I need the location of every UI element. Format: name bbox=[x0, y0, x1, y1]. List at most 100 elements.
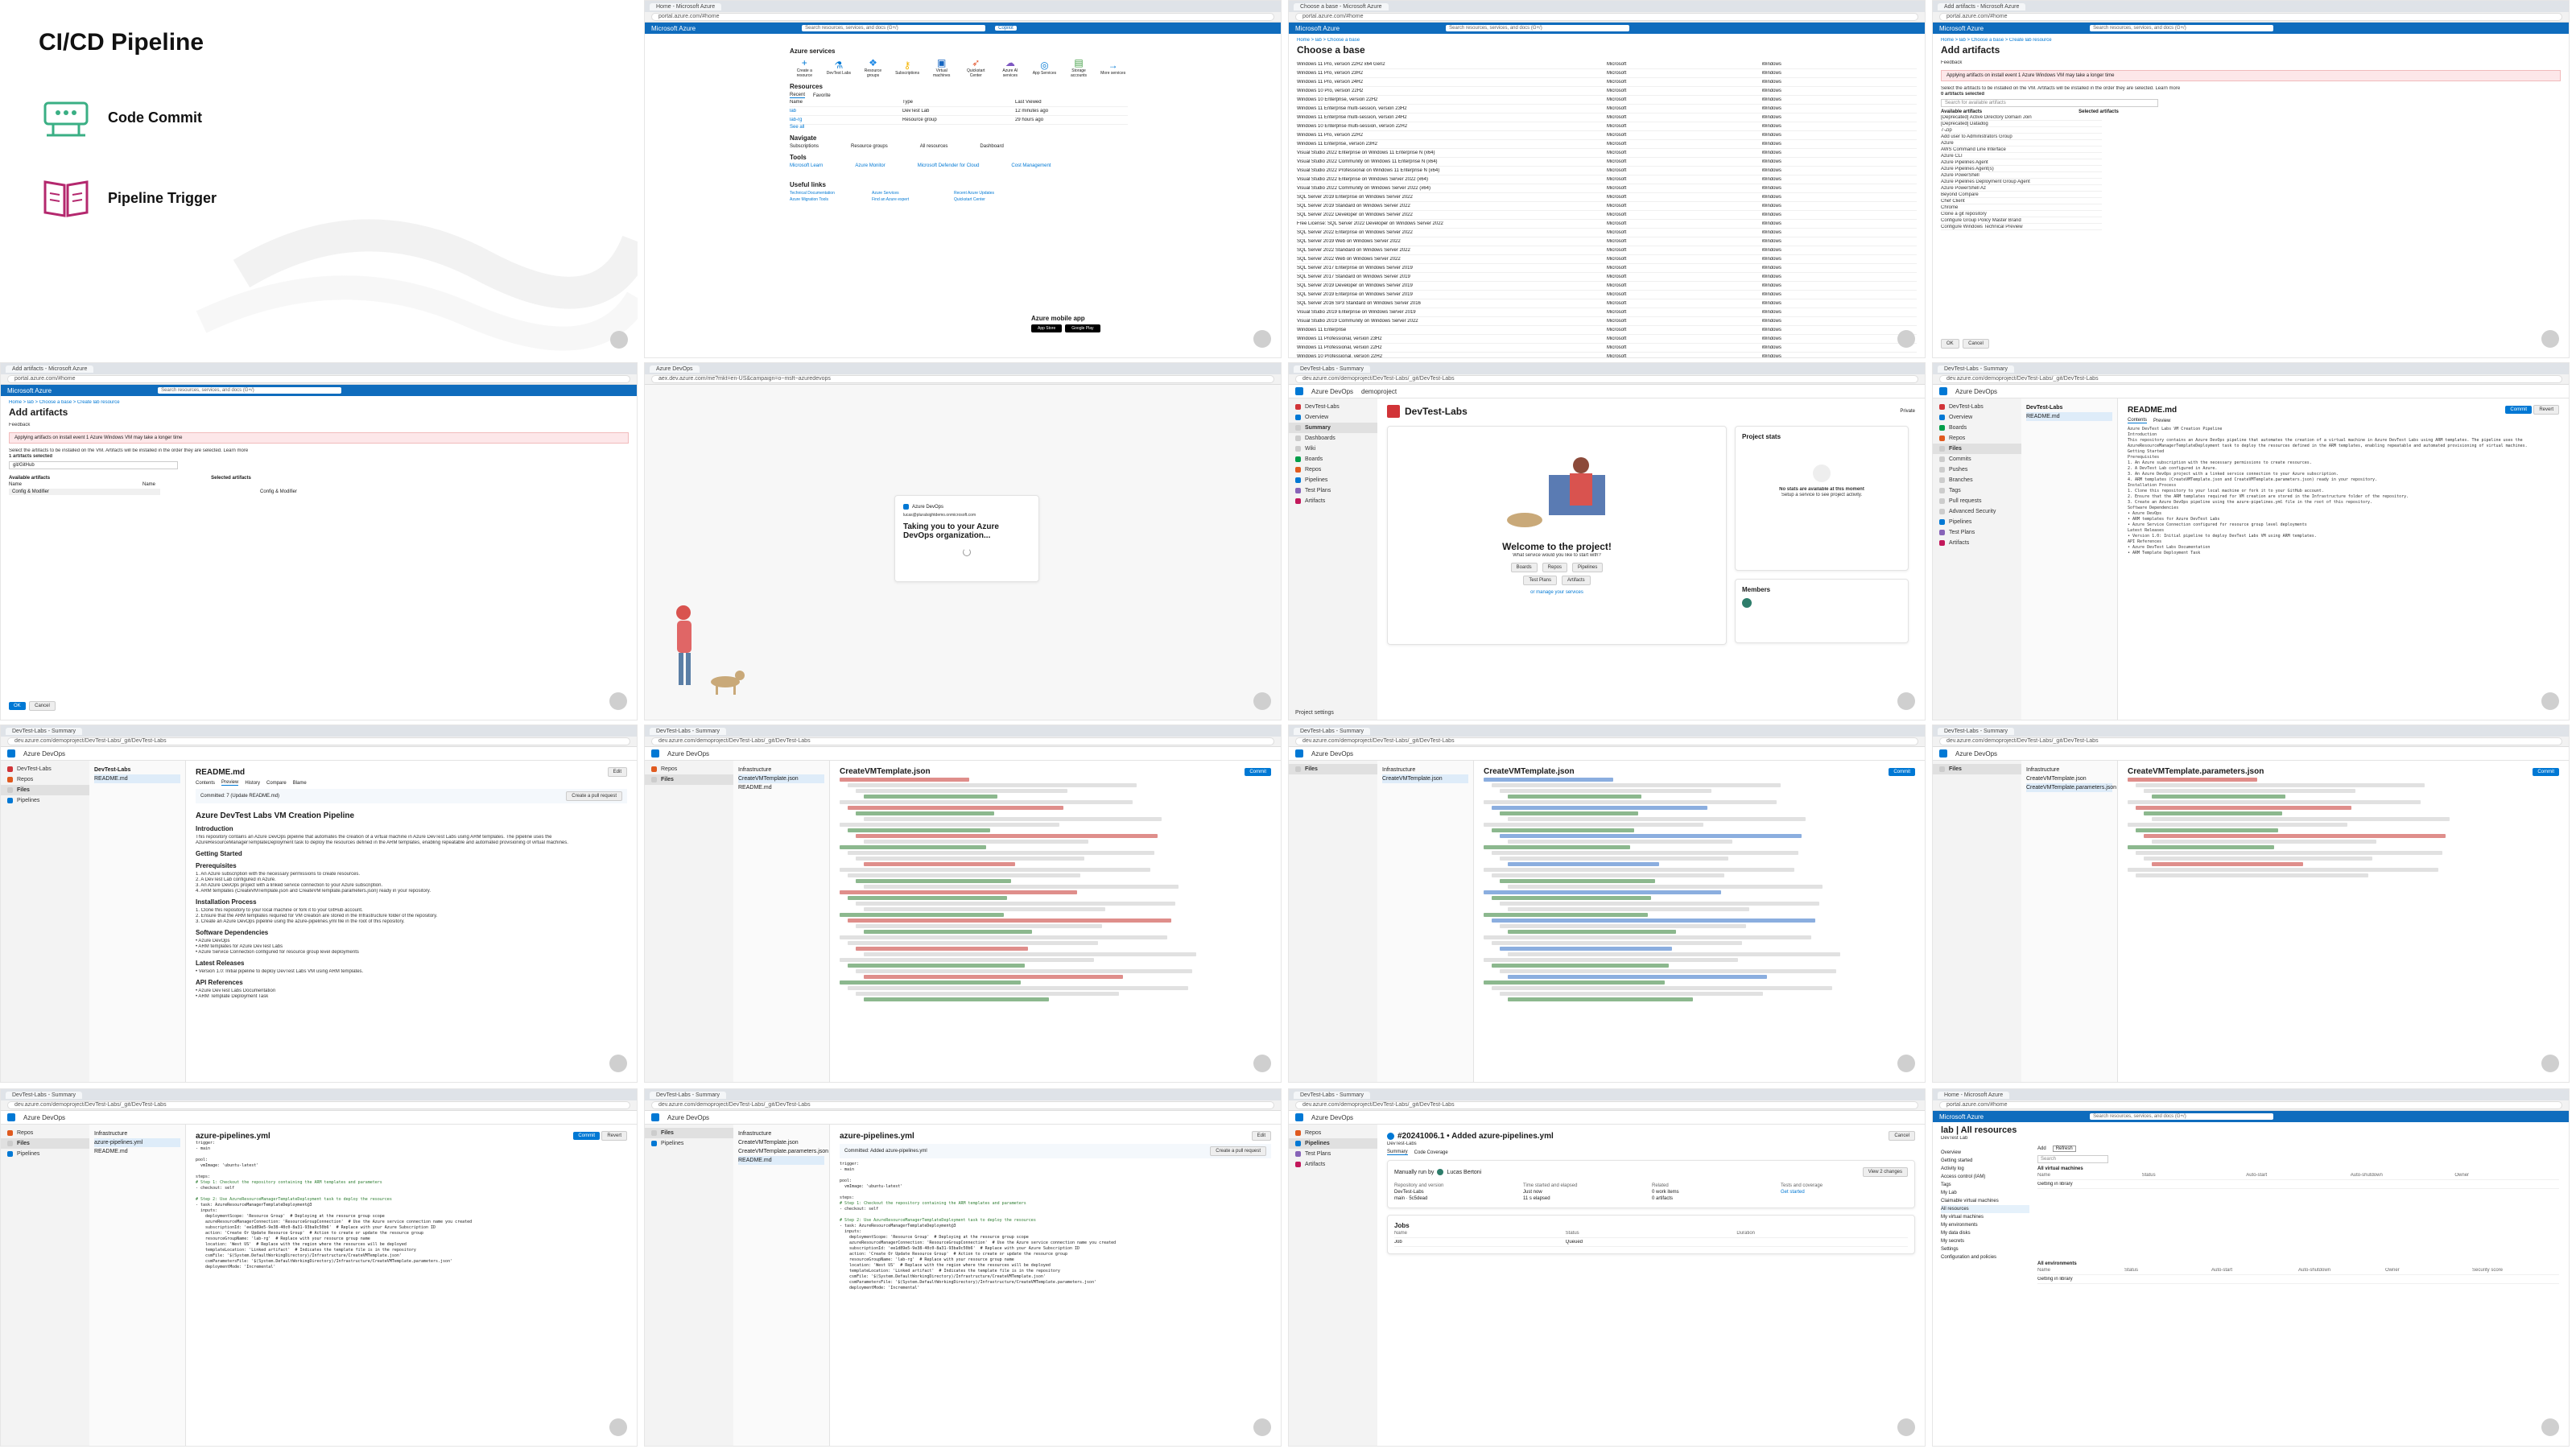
azure-search-input[interactable]: Search resources, services, and docs (G+… bbox=[802, 25, 986, 31]
sidebar-item-overview[interactable]: Overview bbox=[1933, 412, 2021, 423]
list-item[interactable]: Visual Studio 2022 Professional on Windo… bbox=[1297, 167, 1917, 175]
sidebar-item-pipelines[interactable]: Pipelines bbox=[1289, 475, 1377, 485]
manage-services-link[interactable]: or manage your services bbox=[1388, 590, 1726, 595]
org-name[interactable]: Azure DevOps bbox=[1311, 750, 1353, 758]
list-item[interactable]: [Deprecated] Datadog bbox=[1941, 122, 2102, 127]
list-item[interactable]: Windows 10 Pro, version 22H2 Microsoft Win… bbox=[1297, 87, 1917, 96]
browser-tab[interactable]: DevTest-Labs - Summary bbox=[6, 1091, 82, 1099]
list-item[interactable]: SQL Server 2019 Enterprise on Windows Se… bbox=[1297, 291, 1917, 299]
list-item[interactable]: Windows 11 Professional, version 23H2 Mic… bbox=[1297, 335, 1917, 344]
useful-link[interactable]: Quickstart Center bbox=[954, 197, 1034, 202]
search-input[interactable]: Search bbox=[2037, 1155, 2108, 1163]
address-bar[interactable]: aex.dev.azure.com/me?mkt=en-US&campaign=… bbox=[651, 375, 1274, 383]
tree-item-readme[interactable]: README.md bbox=[2026, 412, 2112, 421]
list-item[interactable]: Chef Client bbox=[1941, 199, 2102, 204]
nav-all-resources[interactable]: All resources bbox=[920, 144, 948, 149]
address-bar[interactable]: dev.azure.com/demoproject/DevTest-Labs/_… bbox=[1295, 737, 1918, 745]
sidebar-item-wiki[interactable]: Wiki bbox=[1289, 444, 1377, 454]
azure-search-input[interactable]: Search resources, services, and docs (G+… bbox=[2090, 1113, 2274, 1120]
browser-tab[interactable]: DevTest-Labs - Summary bbox=[6, 727, 82, 735]
list-item[interactable]: Azure PowerShell bbox=[1941, 173, 2102, 179]
list-item[interactable]: Azure PowerShell Az bbox=[1941, 186, 2102, 192]
tree-item-params[interactable]: CreateVMTemplate.parameters.json bbox=[2026, 783, 2116, 792]
sidebar-item-artifacts[interactable]: Artifacts bbox=[1289, 1159, 1377, 1170]
service-vms[interactable]: ▣ Virtual machines bbox=[927, 57, 956, 78]
run-tests[interactable]: Get started bbox=[1781, 1190, 1908, 1195]
sidebar-item-repos[interactable]: Repos bbox=[1, 1128, 89, 1138]
org-name[interactable]: Azure DevOps bbox=[1955, 750, 1997, 758]
service-ai[interactable]: ☁ Azure AI services bbox=[996, 57, 1026, 78]
useful-link[interactable]: Azure Services bbox=[872, 191, 952, 196]
list-item[interactable]: SQL Server 2022 Enterprise on Windows Se… bbox=[1297, 229, 1917, 237]
org-name[interactable]: Azure DevOps bbox=[1955, 388, 1997, 395]
useful-link[interactable]: Technical Documentation bbox=[790, 191, 870, 196]
lab-nav-item[interactable]: Claimable virtual machines bbox=[1941, 1197, 2029, 1205]
browser-tab[interactable]: DevTest-Labs - Summary bbox=[650, 1091, 726, 1099]
commit-button[interactable]: Commit bbox=[573, 1132, 601, 1140]
address-bar[interactable]: dev.azure.com/demoproject/DevTest-Labs/_… bbox=[1295, 1101, 1918, 1109]
address-bar[interactable]: dev.azure.com/demoproject/DevTest-Labs/_… bbox=[7, 737, 630, 745]
readme-line[interactable]: • ARM Template Deployment Task bbox=[196, 994, 627, 999]
job-row[interactable]: Job Queued bbox=[1394, 1238, 1908, 1247]
browser-tab[interactable]: Home - Microsoft Azure bbox=[1938, 1091, 2010, 1099]
refresh-button[interactable]: Refresh bbox=[2052, 1146, 2076, 1152]
sidebar-item-test-plans[interactable]: Test Plans bbox=[1289, 485, 1377, 496]
list-item[interactable]: Windows 11 Enterprise multi-session, ver… bbox=[1297, 105, 1917, 114]
welcome-boards-button[interactable]: Boards bbox=[1510, 563, 1538, 572]
sidebar-item-project[interactable]: DevTest-Labs bbox=[1289, 402, 1377, 412]
commit-button[interactable]: Commit bbox=[2505, 406, 2533, 414]
create-pr-button[interactable]: Create a pull request bbox=[566, 791, 622, 801]
browser-tab[interactable]: Home - Microsoft Azure bbox=[650, 2, 722, 10]
address-bar[interactable]: portal.azure.com/#home bbox=[651, 13, 1274, 21]
view-changes-button[interactable]: View 2 changes bbox=[1862, 1167, 1908, 1177]
azure-devops-logo-icon[interactable] bbox=[1939, 749, 1947, 758]
browser-tab[interactable]: Azure DevOps bbox=[650, 365, 700, 373]
sidebar-item-pipelines[interactable]: Pipelines bbox=[1, 1149, 89, 1159]
list-item[interactable]: SQL Server 2022 Developer on Windows Ser… bbox=[1297, 211, 1917, 220]
available-artifact-item[interactable]: Config & Modifier bbox=[9, 489, 160, 495]
sidebar-item-artifacts[interactable]: Artifacts bbox=[1289, 496, 1377, 506]
tree-root[interactable]: DevTest-Labs bbox=[2026, 403, 2112, 412]
commit-button[interactable]: Commit bbox=[1245, 767, 1271, 776]
list-item[interactable]: Chrome bbox=[1941, 205, 2102, 211]
azure-devops-logo-icon[interactable] bbox=[7, 749, 15, 758]
run-repo[interactable]: DevTest-Labs bbox=[1394, 1190, 1521, 1195]
sidebar-item-pipelines[interactable]: Pipelines bbox=[1933, 517, 2021, 527]
tree-item-template[interactable]: CreateVMTemplate.json bbox=[1382, 774, 1468, 783]
list-item[interactable]: Visual Studio 2022 Community on Windows … bbox=[1297, 184, 1917, 193]
browser-tab[interactable]: DevTest-Labs - Summary bbox=[1294, 727, 1370, 735]
breadcrumb[interactable]: Home > lab > Choose a base > Create lab … bbox=[9, 400, 629, 405]
tree-item-template[interactable]: CreateVMTemplate.json bbox=[2026, 774, 2112, 783]
service-storage[interactable]: ▤ Storage accounts bbox=[1064, 57, 1094, 78]
table-row[interactable]: Getting in library bbox=[2037, 1180, 2559, 1189]
code-editor[interactable]: trigger: - main pool: vmImage: 'ubuntu-lat… bbox=[840, 1162, 1271, 1291]
google-play-button[interactable]: Google Play bbox=[1065, 324, 1100, 332]
sidebar-item-test-plans[interactable]: Test Plans bbox=[1289, 1149, 1377, 1159]
org-breadcrumb[interactable]: demoproject bbox=[1361, 388, 1397, 395]
tool-monitor[interactable]: Azure Monitor bbox=[855, 163, 885, 168]
list-item[interactable]: Windows 10 Enterprise multi-session, ver… bbox=[1297, 122, 1917, 131]
list-item[interactable]: Add user to Administrators Group bbox=[1941, 134, 2102, 140]
address-bar[interactable]: portal.azure.com/#home bbox=[1939, 1101, 2562, 1109]
sidebar-item-project[interactable]: DevTest-Labs bbox=[1, 764, 89, 774]
list-item[interactable]: 7-Zip bbox=[1941, 128, 2102, 134]
sidebar-item-prs[interactable]: Pull requests bbox=[1933, 496, 2021, 506]
welcome-pipelines-button[interactable]: Pipelines bbox=[1572, 563, 1604, 572]
sidebar-item-files[interactable]: Files bbox=[1, 785, 89, 795]
address-bar[interactable]: portal.azure.com/#home bbox=[1295, 13, 1918, 21]
tab-recent[interactable]: Recent bbox=[790, 93, 806, 98]
list-item[interactable]: Azure Pipelines Agent(s) bbox=[1941, 167, 2102, 172]
sidebar-item-summary[interactable]: Summary bbox=[1289, 423, 1377, 433]
list-item[interactable]: Visual Studio 2022 Enterprise on Windows… bbox=[1297, 149, 1917, 158]
list-item[interactable]: Windows 10 Professional, version 22H2 Mic… bbox=[1297, 353, 1917, 357]
list-item[interactable]: Clone a git repository bbox=[1941, 212, 2102, 217]
feedback-link[interactable]: Feedback bbox=[9, 423, 629, 427]
tree-item-readme[interactable]: README.md bbox=[738, 783, 824, 792]
revert-button[interactable]: Revert bbox=[2533, 405, 2559, 415]
sidebar-item-files[interactable]: Files bbox=[1289, 764, 1377, 774]
azure-devops-logo-icon[interactable] bbox=[1295, 749, 1303, 758]
lab-nav-item[interactable]: All resources bbox=[1941, 1205, 2029, 1213]
list-item[interactable]: Windows 11 Enterprise multi-session, ver… bbox=[1297, 114, 1917, 122]
list-item[interactable]: Windows 11 Pro, version 22H2 x64 Gen2 Mic… bbox=[1297, 60, 1917, 69]
list-item[interactable]: Configure Windows Technical Preview bbox=[1941, 225, 2102, 230]
